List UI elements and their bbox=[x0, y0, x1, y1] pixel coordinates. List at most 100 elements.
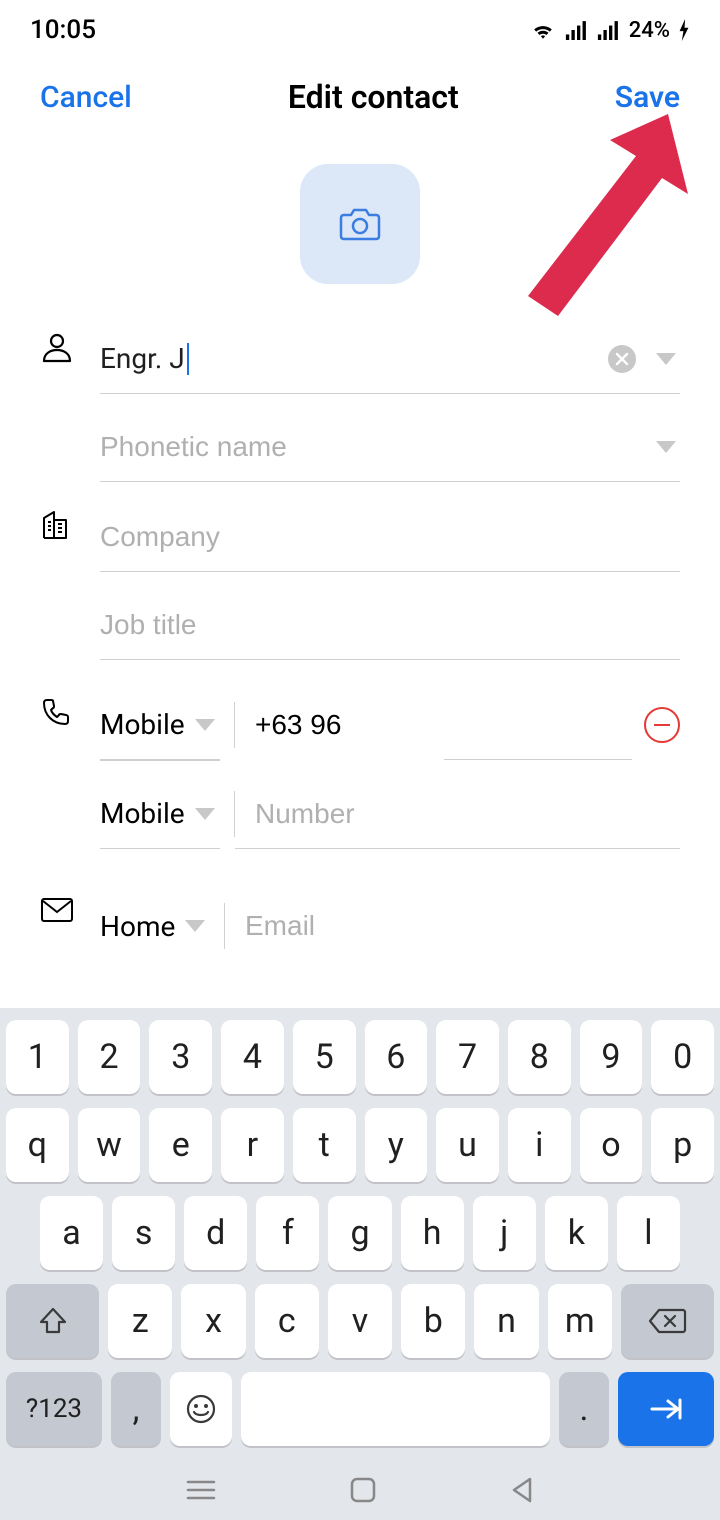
phone-icon bbox=[40, 696, 72, 728]
key-space[interactable] bbox=[241, 1372, 550, 1446]
signal-icon-1 bbox=[565, 20, 589, 40]
add-photo-button[interactable] bbox=[300, 164, 420, 284]
key-a[interactable]: a bbox=[40, 1196, 103, 1270]
name-input[interactable]: Engr. J bbox=[100, 342, 185, 375]
key-x[interactable]: x bbox=[181, 1284, 245, 1358]
key-t[interactable]: t bbox=[293, 1108, 356, 1182]
phone2-input[interactable] bbox=[255, 798, 680, 830]
key-comma[interactable]: , bbox=[111, 1372, 161, 1446]
company-input[interactable] bbox=[100, 521, 680, 553]
cancel-button[interactable]: Cancel bbox=[40, 80, 132, 115]
key-p[interactable]: p bbox=[651, 1108, 714, 1182]
kb-row-3: a s d f g h j k l bbox=[6, 1196, 714, 1270]
phone2-type-label: Mobile bbox=[100, 797, 185, 830]
key-symbols[interactable]: ?123 bbox=[6, 1372, 102, 1446]
key-d[interactable]: d bbox=[184, 1196, 247, 1270]
kb-row-5: ?123 , . bbox=[6, 1372, 714, 1446]
key-f[interactable]: f bbox=[256, 1196, 319, 1270]
key-shift[interactable] bbox=[6, 1284, 99, 1358]
key-n[interactable]: n bbox=[474, 1284, 538, 1358]
chevron-down-icon bbox=[185, 920, 205, 932]
text-cursor bbox=[187, 343, 189, 375]
shift-icon bbox=[37, 1305, 69, 1337]
photo-section bbox=[0, 134, 720, 324]
key-c[interactable]: c bbox=[255, 1284, 319, 1358]
key-z[interactable]: z bbox=[108, 1284, 172, 1358]
page-title: Edit contact bbox=[288, 78, 459, 116]
key-m[interactable]: m bbox=[548, 1284, 612, 1358]
chevron-down-icon bbox=[195, 719, 215, 731]
expand-phonetic-button[interactable] bbox=[656, 441, 676, 453]
phonetic-field-row[interactable] bbox=[100, 412, 680, 482]
email-type-selector[interactable]: Home bbox=[100, 891, 210, 961]
key-7[interactable]: 7 bbox=[436, 1020, 499, 1094]
save-button[interactable]: Save bbox=[615, 80, 680, 115]
lightning-icon bbox=[678, 19, 690, 41]
name-field-row[interactable]: Engr. J bbox=[100, 324, 680, 394]
phone1-type-selector[interactable]: Mobile bbox=[100, 690, 220, 760]
nav-home-icon[interactable] bbox=[349, 1476, 377, 1504]
key-l[interactable]: l bbox=[617, 1196, 680, 1270]
kb-row-1: 1 2 3 4 5 6 7 8 9 0 bbox=[6, 1020, 714, 1094]
key-h[interactable]: h bbox=[401, 1196, 464, 1270]
key-r[interactable]: r bbox=[221, 1108, 284, 1182]
key-9[interactable]: 9 bbox=[580, 1020, 643, 1094]
person-icon bbox=[40, 330, 74, 364]
key-g[interactable]: g bbox=[328, 1196, 391, 1270]
battery-text: 24% bbox=[629, 18, 670, 43]
system-navbar bbox=[0, 1460, 720, 1520]
jobtitle-field-row[interactable] bbox=[100, 590, 680, 660]
key-v[interactable]: v bbox=[328, 1284, 392, 1358]
key-y[interactable]: y bbox=[365, 1108, 428, 1182]
phone2-type-selector[interactable]: Mobile bbox=[100, 779, 220, 849]
key-3[interactable]: 3 bbox=[149, 1020, 212, 1094]
contact-form: Engr. J bbox=[0, 324, 720, 979]
key-5[interactable]: 5 bbox=[293, 1020, 356, 1094]
backspace-icon bbox=[647, 1306, 687, 1336]
key-u[interactable]: u bbox=[436, 1108, 499, 1182]
key-emoji[interactable] bbox=[170, 1372, 232, 1446]
email-input[interactable] bbox=[245, 910, 680, 942]
kb-row-4: z x c v b n m bbox=[6, 1284, 714, 1358]
key-1[interactable]: 1 bbox=[6, 1020, 69, 1094]
nav-recents-icon[interactable] bbox=[186, 1478, 216, 1502]
camera-icon bbox=[338, 205, 382, 243]
key-j[interactable]: j bbox=[473, 1196, 536, 1270]
key-enter[interactable] bbox=[618, 1372, 714, 1446]
phone2-row: Mobile bbox=[100, 779, 680, 849]
wifi-icon bbox=[529, 19, 557, 41]
key-period[interactable]: . bbox=[559, 1372, 609, 1446]
key-w[interactable]: w bbox=[78, 1108, 141, 1182]
key-b[interactable]: b bbox=[401, 1284, 465, 1358]
key-8[interactable]: 8 bbox=[508, 1020, 571, 1094]
key-e[interactable]: e bbox=[149, 1108, 212, 1182]
header: Cancel Edit contact Save bbox=[0, 60, 720, 134]
nav-back-icon[interactable] bbox=[510, 1476, 534, 1504]
key-s[interactable]: s bbox=[112, 1196, 175, 1270]
expand-name-button[interactable] bbox=[656, 353, 676, 365]
jobtitle-input[interactable] bbox=[100, 609, 680, 641]
phonetic-input[interactable] bbox=[100, 431, 656, 463]
key-4[interactable]: 4 bbox=[221, 1020, 284, 1094]
signal-icon-2 bbox=[597, 20, 621, 40]
key-2[interactable]: 2 bbox=[78, 1020, 141, 1094]
building-icon bbox=[40, 508, 72, 540]
phone-group: Mobile Mobile bbox=[40, 690, 680, 867]
email-row: Home bbox=[100, 891, 680, 961]
key-q[interactable]: q bbox=[6, 1108, 69, 1182]
key-0[interactable]: 0 bbox=[651, 1020, 714, 1094]
key-backspace[interactable] bbox=[621, 1284, 714, 1358]
status-time: 10:05 bbox=[30, 15, 96, 45]
clear-name-button[interactable] bbox=[608, 345, 636, 373]
key-o[interactable]: o bbox=[580, 1108, 643, 1182]
key-6[interactable]: 6 bbox=[365, 1020, 428, 1094]
key-i[interactable]: i bbox=[508, 1108, 571, 1182]
remove-phone1-button[interactable] bbox=[644, 707, 680, 743]
name-group: Engr. J bbox=[40, 324, 680, 482]
emoji-icon bbox=[185, 1393, 217, 1425]
kb-row-2: q w e r t y u i o p bbox=[6, 1108, 714, 1182]
phone1-input[interactable] bbox=[255, 709, 355, 741]
chevron-down-icon bbox=[195, 808, 215, 820]
key-k[interactable]: k bbox=[545, 1196, 608, 1270]
company-field-row[interactable] bbox=[100, 502, 680, 572]
